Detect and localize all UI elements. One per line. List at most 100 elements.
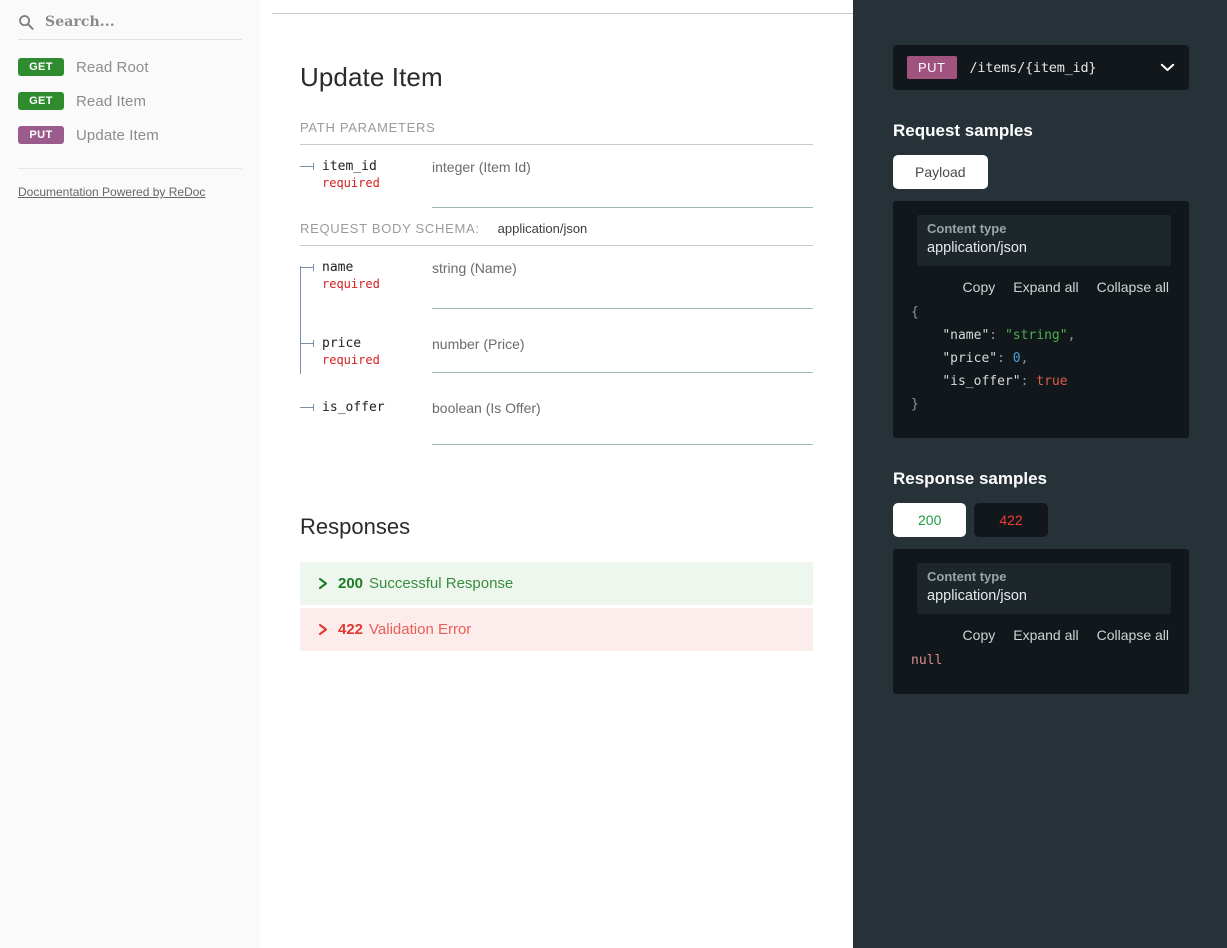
sidebar-item-read-root[interactable]: GET Read Root — [0, 50, 260, 84]
json-comma: , — [1067, 328, 1076, 343]
sidebar-item-label: Update Item — [76, 126, 159, 144]
search-input[interactable]: Search... — [45, 14, 115, 30]
param-names: price required — [300, 336, 430, 368]
search-icon — [19, 15, 34, 30]
json-close-brace: } — [911, 397, 919, 412]
param-names: item_id required — [300, 159, 430, 191]
param-type: number (Price) — [432, 336, 525, 352]
tree-branch-icon — [300, 340, 314, 347]
response-description: Validation Error — [369, 621, 472, 638]
tree-branch-icon — [300, 264, 314, 271]
main-content: Update Item PATH PARAMETERS item_id requ… — [260, 0, 853, 948]
param-type: string (Name) — [432, 260, 517, 276]
request-samples-heading: Request samples — [893, 121, 1033, 140]
json-value-is-offer: true — [1036, 374, 1068, 389]
response-description: Successful Response — [369, 575, 514, 592]
sidebar-item-label: Read Item — [76, 92, 147, 110]
json-sep: : — [1020, 374, 1037, 389]
json-value-null: null — [911, 653, 943, 668]
method-badge-put: PUT — [18, 126, 64, 144]
section-divider — [272, 13, 853, 14]
tab-payload[interactable]: Payload — [893, 155, 988, 189]
json-sep: : — [997, 351, 1013, 366]
request-body-schema-caption: REQUEST BODY SCHEMA: application/json — [300, 221, 813, 246]
json-key-price: "price" — [942, 351, 998, 366]
response-code: 422 — [338, 621, 364, 638]
param-row-is-offer: is_offer boolean (Is Offer) — [300, 386, 813, 458]
collapse-all-button[interactable]: Collapse all — [1097, 279, 1169, 295]
samples-panel: PUT /items/{item_id} Request samples Pay… — [853, 0, 1227, 948]
param-name: item_id — [322, 159, 377, 174]
copy-button[interactable]: Copy — [963, 279, 996, 295]
sidebar-footer: Documentation Powered by ReDoc — [18, 168, 242, 201]
param-required-flag: required — [322, 277, 380, 291]
content-type-value: application/json — [927, 588, 1027, 604]
method-badge-get: GET — [18, 92, 64, 110]
json-value-name: "string" — [1004, 328, 1068, 343]
param-row-item-id: item_id required integer (Item Id) — [300, 145, 813, 221]
response-sample-card: Content type application/json Copy Expan… — [893, 549, 1189, 694]
param-type-cell: string (Name) — [432, 260, 813, 309]
json-value-price: 0 — [1012, 351, 1021, 366]
request-body-label: REQUEST BODY SCHEMA: — [300, 221, 480, 236]
content-type-label: Content type — [927, 569, 1007, 584]
tab-response-422[interactable]: 422 — [974, 503, 1048, 537]
param-row-price: price required number (Price) — [300, 322, 813, 386]
expand-all-button[interactable]: Expand all — [1013, 627, 1078, 643]
json-comma: , — [1020, 351, 1029, 366]
chevron-right-icon — [318, 623, 328, 636]
param-names: name required — [300, 260, 430, 292]
method-badge-put: PUT — [907, 56, 957, 79]
param-name: price — [322, 336, 362, 351]
collapse-all-button[interactable]: Collapse all — [1097, 627, 1169, 643]
sidebar-nav: GET Read Root GET Read Item PUT Update I… — [0, 50, 260, 152]
chevron-down-icon[interactable] — [1160, 63, 1175, 72]
response-sample-code: null — [911, 649, 1171, 672]
path-parameters-caption: PATH PARAMETERS — [300, 120, 813, 145]
response-content-type-box: Content type application/json — [917, 563, 1171, 614]
chevron-right-icon — [318, 577, 328, 590]
response-samples-heading: Response samples — [893, 469, 1048, 488]
redoc-page: Search... GET Read Root GET Read Item PU… — [0, 0, 1227, 948]
path-parameters-group: item_id required integer (Item Id) — [300, 145, 813, 221]
request-sample-card: Content type application/json Copy Expan… — [893, 201, 1189, 438]
responses-title: Responses — [300, 514, 411, 539]
json-key-is-offer: "is_offer" — [942, 374, 1021, 389]
param-type-cell: integer (Item Id) — [432, 159, 813, 208]
sidebar: Search... GET Read Root GET Read Item PU… — [0, 0, 260, 948]
tree-branch-icon — [300, 404, 314, 411]
endpoint-selector[interactable]: PUT /items/{item_id} — [893, 45, 1189, 90]
sidebar-item-label: Read Root — [76, 58, 149, 76]
request-body-content-type: application/json — [497, 221, 588, 236]
param-type-cell: number (Price) — [432, 336, 813, 373]
content-type-value: application/json — [927, 240, 1027, 256]
page-title: Update Item — [300, 62, 443, 92]
param-required-flag: required — [322, 176, 380, 190]
endpoint-path: /items/{item_id} — [969, 59, 1097, 76]
param-name: is_offer — [322, 400, 385, 415]
sidebar-item-read-item[interactable]: GET Read Item — [0, 84, 260, 118]
json-open-brace: { — [911, 305, 919, 320]
response-code-actions: Copy Expand all Collapse all — [911, 614, 1171, 649]
response-samples-tabs: 200 422 — [893, 503, 1189, 537]
json-sep: : — [989, 328, 1005, 343]
copy-button[interactable]: Copy — [963, 627, 996, 643]
response-code: 200 — [338, 575, 364, 592]
powered-by-redoc-link[interactable]: Documentation Powered by ReDoc — [18, 185, 205, 199]
param-name: name — [322, 260, 354, 275]
request-content-type-box: Content type application/json — [917, 215, 1171, 266]
method-badge-get: GET — [18, 58, 64, 76]
request-samples-tabs: Payload — [893, 155, 1189, 189]
sidebar-item-update-item[interactable]: PUT Update Item — [0, 118, 260, 152]
param-type-cell: boolean (Is Offer) — [432, 400, 813, 445]
expand-all-button[interactable]: Expand all — [1013, 279, 1078, 295]
tab-response-200[interactable]: 200 — [893, 503, 967, 537]
body-parameters-group: name required string (Name) price requir… — [300, 246, 813, 458]
content-type-label: Content type — [927, 221, 1007, 236]
tree-branch-icon — [300, 163, 314, 170]
param-type: boolean (Is Offer) — [432, 400, 541, 416]
response-row-200[interactable]: 200 Successful Response — [300, 562, 813, 605]
search-box[interactable]: Search... — [18, 14, 242, 40]
response-row-422[interactable]: 422 Validation Error — [300, 608, 813, 651]
param-names: is_offer — [300, 400, 430, 416]
